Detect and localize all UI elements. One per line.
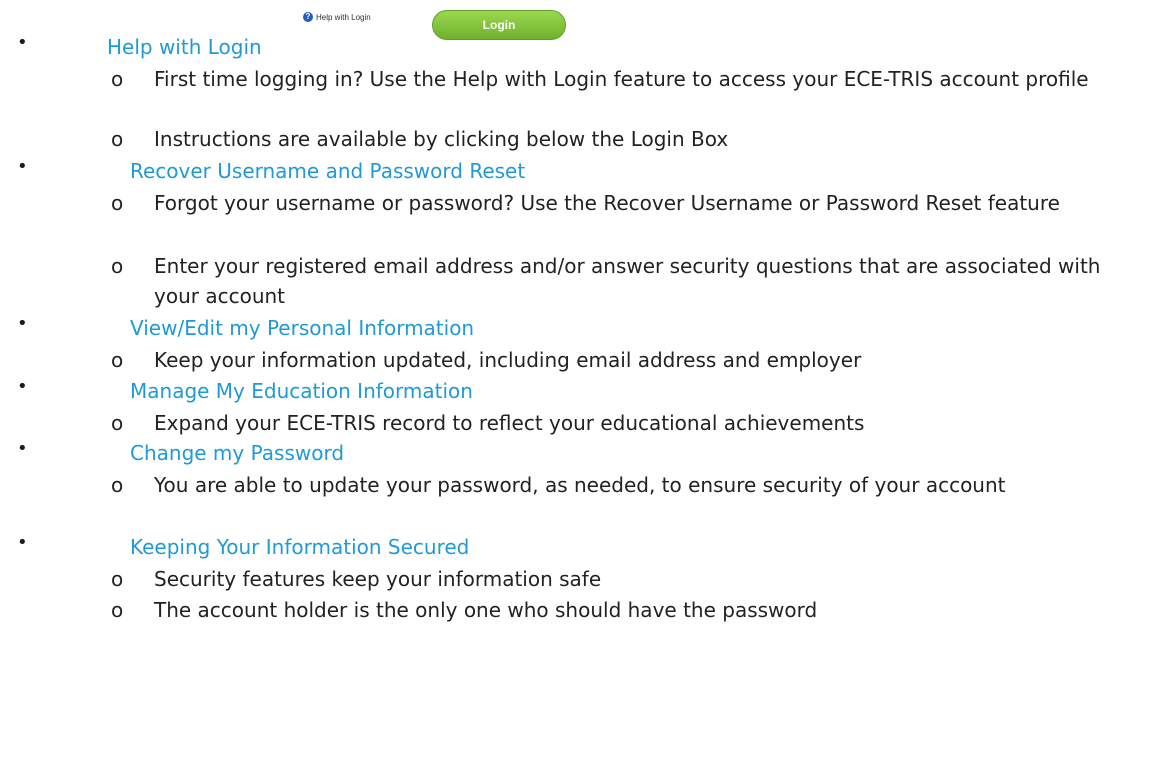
list-item-text: Forgot your username or password? Use th… <box>154 191 1060 215</box>
help-question-icon: ? <box>303 12 313 22</box>
list-item-text: Enter your registered email address and/… <box>154 254 1101 308</box>
help-with-login-label: Help with Login <box>316 12 371 22</box>
sub-bullet-icon: o <box>111 567 124 591</box>
help-with-login-link[interactable]: ? Help with Login <box>303 12 371 22</box>
bullet-icon: • <box>17 313 28 334</box>
sub-bullet-icon: o <box>111 473 124 497</box>
sub-bullet-icon: o <box>111 348 124 372</box>
list-item-text: Instructions are available by clicking b… <box>154 127 729 151</box>
section-title: Manage My Education Information <box>130 379 473 403</box>
bullet-icon: • <box>17 376 28 397</box>
sub-bullet-icon: o <box>111 67 124 91</box>
section-title: Recover Username and Password Reset <box>130 159 526 183</box>
bullet-icon: • <box>17 438 28 459</box>
bullet-icon: • <box>17 532 28 553</box>
list-item-text: Security features keep your information … <box>154 567 602 591</box>
list-item-text: Keep your information updated, including… <box>154 348 862 372</box>
sub-bullet-icon: o <box>111 411 124 435</box>
list-item-text: You are able to update your password, as… <box>154 473 1006 497</box>
login-button[interactable]: Login <box>432 10 566 40</box>
section-title: Keeping Your Information Secured <box>130 535 470 559</box>
section-title: Change my Password <box>130 441 345 465</box>
list-item-text: Expand your ECE-TRIS record to reflect y… <box>154 411 865 435</box>
sub-bullet-icon: o <box>111 127 124 151</box>
list-item-text: The account holder is the only one who s… <box>154 598 818 622</box>
bullet-icon: • <box>17 156 28 177</box>
section-title: Help with Login <box>107 35 262 59</box>
bullet-icon: • <box>17 32 28 53</box>
sub-bullet-icon: o <box>111 254 124 278</box>
section-title: View/Edit my Personal Information <box>130 316 475 340</box>
sub-bullet-icon: o <box>111 598 124 622</box>
list-item-text: First time logging in? Use the Help with… <box>154 67 1089 91</box>
sub-bullet-icon: o <box>111 191 124 215</box>
